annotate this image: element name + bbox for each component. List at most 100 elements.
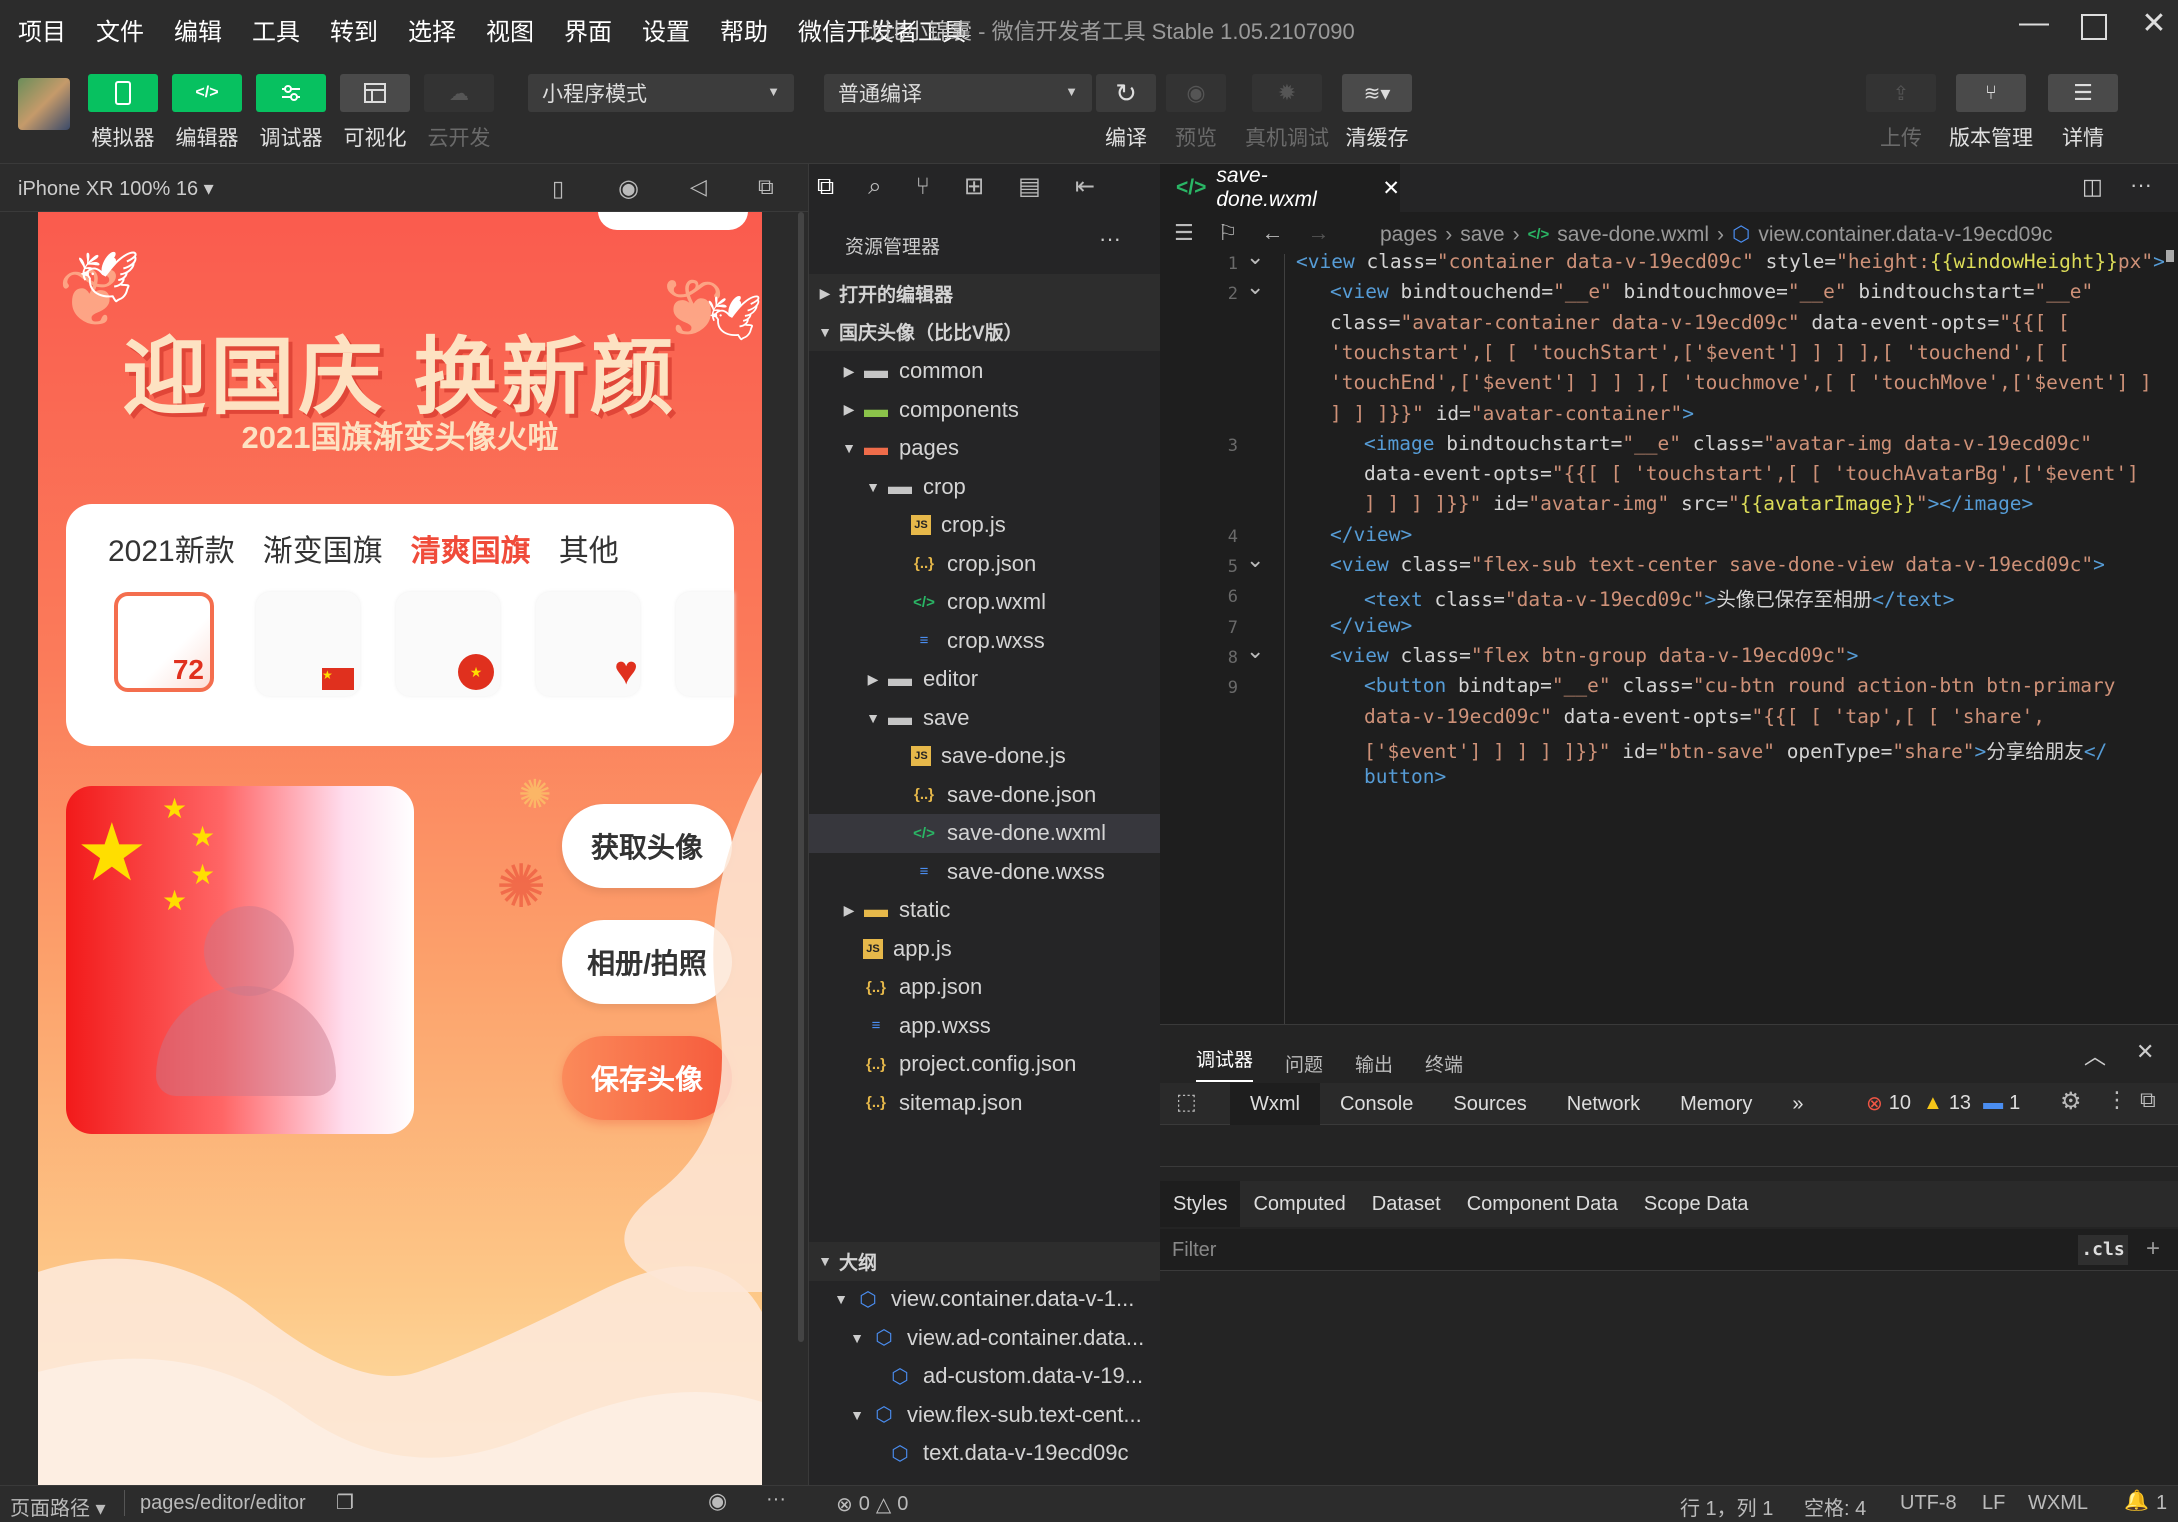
- stop-icon[interactable]: ◉: [618, 174, 639, 203]
- cursor-position[interactable]: 行 1，列 1: [1680, 1492, 1773, 1521]
- indent-setting[interactable]: 空格: 4: [1804, 1492, 1866, 1521]
- panel-tab[interactable]: Wxml: [1230, 1083, 1320, 1125]
- file-tree-item[interactable]: JS app.js: [809, 930, 1161, 969]
- editor-scrollbar[interactable]: [2166, 250, 2174, 262]
- kebab-icon[interactable]: ⋮: [2106, 1087, 2128, 1113]
- upload-button[interactable]: ⇪: [1866, 74, 1936, 112]
- simulator-button[interactable]: [88, 74, 158, 112]
- detach-icon[interactable]: ⧉: [758, 174, 774, 200]
- more-icon[interactable]: ···: [766, 1488, 786, 1511]
- file-tree-item[interactable]: {..} save-done.json: [809, 776, 1161, 815]
- line-ending[interactable]: LF: [1982, 1492, 2005, 1515]
- preview-button[interactable]: ◉: [1166, 74, 1226, 112]
- frame-option[interactable]: ★: [256, 592, 360, 696]
- close-panel-icon[interactable]: ✕: [2136, 1039, 2154, 1065]
- style-subtab[interactable]: Component Data: [1454, 1181, 1631, 1227]
- capsule-button[interactable]: [598, 212, 748, 230]
- category-tab[interactable]: 2021新款: [108, 526, 235, 570]
- collapse-up-icon[interactable]: ︿: [2084, 1039, 2106, 1071]
- collapse-panel-icon[interactable]: ⇤: [1075, 172, 1095, 201]
- wxml-tree-area[interactable]: [1160, 1125, 2178, 1167]
- eye-icon[interactable]: ◉: [708, 1488, 727, 1514]
- outline-section[interactable]: ▼ 大纲: [809, 1242, 1161, 1281]
- dock-icon[interactable]: ⧉: [2140, 1087, 2156, 1113]
- breadcrumb-item[interactable]: view.container.data-v-19ecd09c: [1758, 223, 2052, 247]
- fold-chevron-icon[interactable]: ⌄: [1246, 638, 1264, 664]
- outline-item[interactable]: ⬡ ad-custom.data-v-19...: [809, 1357, 1161, 1396]
- panel-tab[interactable]: Memory: [1660, 1083, 1772, 1125]
- avatar-preview[interactable]: ★ ★ ★ ★ ★: [66, 786, 414, 1134]
- debugger-button[interactable]: [256, 74, 326, 112]
- language-mode[interactable]: WXML: [2028, 1492, 2088, 1515]
- back-icon[interactable]: ←: [1261, 220, 1283, 246]
- mode-select[interactable]: 小程序模式 ▼: [528, 74, 794, 112]
- frame-option[interactable]: ♥: [536, 592, 640, 696]
- fold-chevron-icon[interactable]: ⌄: [1246, 244, 1264, 270]
- devtools-tab[interactable]: 调试器: [1196, 1045, 1254, 1082]
- fold-chevron-icon[interactable]: ⌄: [1246, 547, 1264, 573]
- panel-tab[interactable]: Sources: [1433, 1083, 1546, 1125]
- file-tree-item[interactable]: {..} crop.json: [809, 545, 1161, 584]
- file-tree-item[interactable]: JS crop.js: [809, 506, 1161, 545]
- more-actions-icon[interactable]: ···: [2130, 172, 2152, 198]
- frame-option[interactable]: [676, 592, 734, 696]
- open-editors-section[interactable]: ▶ 打开的编辑器 ▼ 国庆头像（比比V版）: [809, 274, 1161, 351]
- file-tree-item[interactable]: ≡ save-done.wxss: [809, 853, 1161, 892]
- outline-item[interactable]: ▼ ⬡ view.flex-sub.text-cent...: [809, 1396, 1161, 1435]
- real-debug-button[interactable]: ✹: [1252, 74, 1322, 112]
- file-tree-item[interactable]: ▼ ▬ save: [809, 699, 1161, 738]
- menu-item[interactable]: 视图: [486, 12, 534, 47]
- split-editor-icon[interactable]: ◫: [2082, 174, 2103, 200]
- page-path-select[interactable]: 页面路径 ▾: [10, 1492, 106, 1521]
- file-tree-item[interactable]: {..} sitemap.json: [809, 1084, 1161, 1123]
- files-icon[interactable]: ⧉: [817, 173, 834, 201]
- file-tree-item[interactable]: ≡ crop.wxss: [809, 622, 1161, 661]
- devtools-tab[interactable]: 终端: [1425, 1050, 1463, 1077]
- file-tree-item[interactable]: ▼ ▬ crop: [809, 468, 1161, 507]
- phone-outline-icon[interactable]: ▯: [552, 176, 564, 202]
- outline-item[interactable]: ▼ ⬡ view.ad-container.data...: [809, 1319, 1161, 1358]
- details-button[interactable]: ☰: [2048, 74, 2118, 112]
- breadcrumb-item[interactable]: save: [1460, 223, 1504, 247]
- file-tree-item[interactable]: JS save-done.js: [809, 737, 1161, 776]
- compile-button[interactable]: ↻: [1096, 74, 1156, 112]
- styles-filter-input[interactable]: Filter: [1172, 1239, 1216, 1262]
- breadcrumb-item[interactable]: pages: [1380, 223, 1437, 247]
- panel-tab[interactable]: »: [1772, 1083, 1823, 1125]
- compile-mode-select[interactable]: 普通编译 ▼: [824, 74, 1092, 112]
- clear-cache-button[interactable]: ≋▾: [1342, 74, 1412, 112]
- more-icon[interactable]: ···: [1099, 226, 1121, 252]
- bookmark-icon[interactable]: ⚐: [1218, 220, 1238, 246]
- editor-tab[interactable]: </> save-done.wxml ✕: [1160, 164, 1400, 212]
- bell-icon[interactable]: 🔔: [2124, 1488, 2149, 1513]
- frame-option[interactable]: 72: [114, 592, 214, 692]
- menu-item[interactable]: 设置: [642, 12, 690, 47]
- close-window-icon[interactable]: ✕: [2134, 6, 2174, 41]
- minimize-icon[interactable]: —: [2014, 6, 2054, 40]
- file-tree-item[interactable]: ▶ ▬ editor: [809, 660, 1161, 699]
- menu-item[interactable]: 帮助: [720, 12, 768, 47]
- style-subtab[interactable]: Dataset: [1359, 1181, 1454, 1227]
- style-subtab[interactable]: Scope Data: [1631, 1181, 1762, 1227]
- fold-chevron-icon[interactable]: ⌄: [1246, 274, 1264, 300]
- devtools-tab[interactable]: 问题: [1285, 1050, 1323, 1077]
- menu-item[interactable]: 项目: [18, 12, 66, 47]
- add-rule-icon[interactable]: +: [2146, 1235, 2160, 1263]
- file-tree-item[interactable]: ▶ ▬ common: [809, 352, 1161, 391]
- menu-item[interactable]: 界面: [564, 12, 612, 47]
- category-tab[interactable]: 清爽国旗: [411, 526, 531, 570]
- close-tab-icon[interactable]: ✕: [1382, 176, 1400, 201]
- panel-tab[interactable]: Network: [1547, 1083, 1660, 1125]
- list-icon[interactable]: ☰: [1174, 220, 1194, 246]
- editor-button[interactable]: </>: [172, 74, 242, 112]
- category-tab[interactable]: 渐变国旗: [263, 526, 383, 570]
- inspect-icon[interactable]: ⬚: [1176, 1089, 1197, 1115]
- file-tree-item[interactable]: {..} app.json: [809, 968, 1161, 1007]
- category-tab[interactable]: 其他: [559, 526, 619, 570]
- problem-counts[interactable]: ⊗ 0 △ 0: [836, 1492, 908, 1517]
- file-tree-item[interactable]: </> save-done.wxml: [809, 814, 1161, 853]
- source-control-icon[interactable]: ⑂: [916, 173, 930, 201]
- forward-icon[interactable]: →: [1307, 220, 1329, 246]
- menu-item[interactable]: 文件: [96, 12, 144, 47]
- simulator-scrollbar[interactable]: [798, 212, 804, 1342]
